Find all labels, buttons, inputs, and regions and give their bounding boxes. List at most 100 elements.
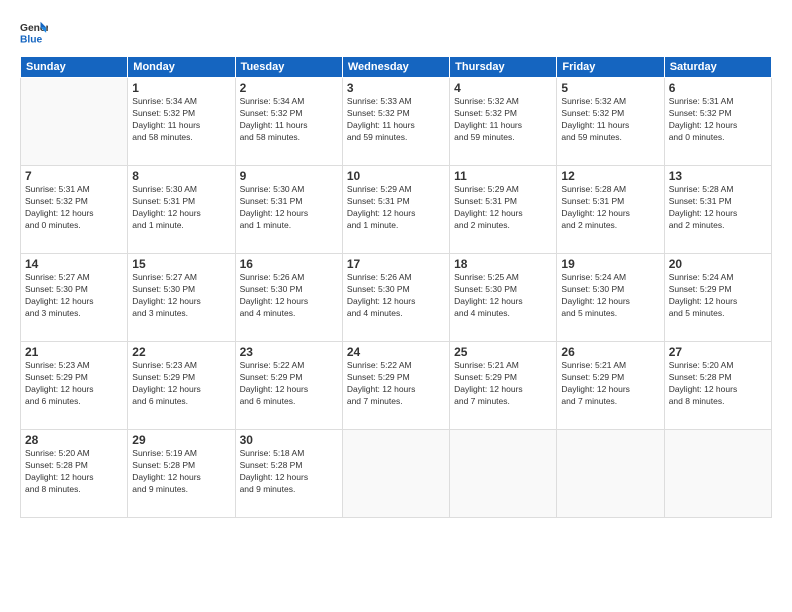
header: General Blue [20,18,772,46]
logo: General Blue [20,18,48,46]
day-number: 18 [454,257,552,271]
day-number: 20 [669,257,767,271]
day-info: Sunrise: 5:27 AM Sunset: 5:30 PM Dayligh… [132,272,230,320]
day-number: 25 [454,345,552,359]
dow-header: Wednesday [342,57,449,78]
day-info: Sunrise: 5:21 AM Sunset: 5:29 PM Dayligh… [454,360,552,408]
calendar-week-row: 7Sunrise: 5:31 AM Sunset: 5:32 PM Daylig… [21,166,772,254]
day-number: 11 [454,169,552,183]
calendar-week-row: 14 Sunrise: 5:27 AM Sunset: 5:30 PM Dayli… [21,254,772,342]
day-info: Sunrise: 5:28 AM Sunset: 5:31 PM Dayligh… [669,184,767,232]
calendar-week-row: 28Sunrise: 5:20 AM Sunset: 5:28 PM Dayli… [21,430,772,518]
day-number: 9 [240,169,338,183]
calendar-cell: 5Sunrise: 5:32 AM Sunset: 5:32 PM Daylig… [557,78,664,166]
calendar-cell: 30Sunrise: 5:18 AM Sunset: 5:28 PM Dayli… [235,430,342,518]
calendar-cell: 20Sunrise: 5:24 AM Sunset: 5:29 PM Dayli… [664,254,771,342]
calendar-cell: 23Sunrise: 5:22 AM Sunset: 5:29 PM Dayli… [235,342,342,430]
calendar-cell: 19Sunrise: 5:24 AM Sunset: 5:30 PM Dayli… [557,254,664,342]
calendar: SundayMondayTuesdayWednesdayThursdayFrid… [20,56,772,518]
day-info: Sunrise: 5:23 AM Sunset: 5:29 PM Dayligh… [25,360,123,408]
day-number: 29 [132,433,230,447]
day-info: Sunrise: 5:32 AM Sunset: 5:32 PM Dayligh… [454,96,552,144]
day-number: 16 [240,257,338,271]
calendar-cell: 25Sunrise: 5:21 AM Sunset: 5:29 PM Dayli… [450,342,557,430]
calendar-cell: 26Sunrise: 5:21 AM Sunset: 5:29 PM Dayli… [557,342,664,430]
day-info: Sunrise: 5:23 AM Sunset: 5:29 PM Dayligh… [132,360,230,408]
logo-icon: General Blue [20,18,48,46]
day-number: 7 [25,169,123,183]
dow-header: Thursday [450,57,557,78]
calendar-cell: 1Sunrise: 5:34 AM Sunset: 5:32 PM Daylig… [128,78,235,166]
calendar-cell: 16Sunrise: 5:26 AM Sunset: 5:30 PM Dayli… [235,254,342,342]
day-number: 14 [25,257,123,271]
calendar-week-row: 1Sunrise: 5:34 AM Sunset: 5:32 PM Daylig… [21,78,772,166]
calendar-cell: 14Sunrise: 5:27 AM Sunset: 5:30 PM Dayli… [21,254,128,342]
calendar-cell: 4Sunrise: 5:32 AM Sunset: 5:32 PM Daylig… [450,78,557,166]
dow-header: Tuesday [235,57,342,78]
calendar-cell: 29Sunrise: 5:19 AM Sunset: 5:28 PM Dayli… [128,430,235,518]
day-info: Sunrise: 5:18 AM Sunset: 5:28 PM Dayligh… [240,448,338,496]
day-info: Sunrise: 5:34 AM Sunset: 5:32 PM Dayligh… [132,96,230,144]
day-number: 24 [347,345,445,359]
dow-header: Sunday [21,57,128,78]
calendar-cell: 10Sunrise: 5:29 AM Sunset: 5:31 PM Dayli… [342,166,449,254]
calendar-cell: 12Sunrise: 5:28 AM Sunset: 5:31 PM Dayli… [557,166,664,254]
calendar-cell: 3Sunrise: 5:33 AM Sunset: 5:32 PM Daylig… [342,78,449,166]
day-number: 22 [132,345,230,359]
day-info: Sunrise: 5:34 AM Sunset: 5:32 PM Dayligh… [240,96,338,144]
day-info: Sunrise: 5:28 AM Sunset: 5:31 PM Dayligh… [561,184,659,232]
calendar-cell: 15Sunrise: 5:27 AM Sunset: 5:30 PM Dayli… [128,254,235,342]
calendar-cell: 7Sunrise: 5:31 AM Sunset: 5:32 PM Daylig… [21,166,128,254]
day-number: 26 [561,345,659,359]
day-info: Sunrise: 5:21 AM Sunset: 5:29 PM Dayligh… [561,360,659,408]
day-info: Sunrise: 5:30 AM Sunset: 5:31 PM Dayligh… [240,184,338,232]
calendar-cell [664,430,771,518]
day-number: 28 [25,433,123,447]
day-info: Sunrise: 5:24 AM Sunset: 5:29 PM Dayligh… [669,272,767,320]
day-info: Sunrise: 5:25 AM Sunset: 5:30 PM Dayligh… [454,272,552,320]
day-number: 3 [347,81,445,95]
day-number: 10 [347,169,445,183]
day-number: 5 [561,81,659,95]
dow-header: Monday [128,57,235,78]
day-number: 4 [454,81,552,95]
day-number: 23 [240,345,338,359]
calendar-cell: 22Sunrise: 5:23 AM Sunset: 5:29 PM Dayli… [128,342,235,430]
day-info: Sunrise: 5:31 AM Sunset: 5:32 PM Dayligh… [25,184,123,232]
day-info: Sunrise: 5:20 AM Sunset: 5:28 PM Dayligh… [25,448,123,496]
day-info: Sunrise: 5:26 AM Sunset: 5:30 PM Dayligh… [347,272,445,320]
day-info: Sunrise: 5:31 AM Sunset: 5:32 PM Dayligh… [669,96,767,144]
calendar-cell [21,78,128,166]
day-number: 8 [132,169,230,183]
day-number: 17 [347,257,445,271]
calendar-cell [342,430,449,518]
calendar-week-row: 21Sunrise: 5:23 AM Sunset: 5:29 PM Dayli… [21,342,772,430]
day-info: Sunrise: 5:19 AM Sunset: 5:28 PM Dayligh… [132,448,230,496]
calendar-cell: 6Sunrise: 5:31 AM Sunset: 5:32 PM Daylig… [664,78,771,166]
day-info: Sunrise: 5:22 AM Sunset: 5:29 PM Dayligh… [347,360,445,408]
calendar-cell: 9Sunrise: 5:30 AM Sunset: 5:31 PM Daylig… [235,166,342,254]
day-info: Sunrise: 5:20 AM Sunset: 5:28 PM Dayligh… [669,360,767,408]
day-number: 21 [25,345,123,359]
day-info: Sunrise: 5:29 AM Sunset: 5:31 PM Dayligh… [454,184,552,232]
day-info: Sunrise: 5:24 AM Sunset: 5:30 PM Dayligh… [561,272,659,320]
calendar-cell [450,430,557,518]
dow-header: Friday [557,57,664,78]
day-number: 19 [561,257,659,271]
days-of-week-row: SundayMondayTuesdayWednesdayThursdayFrid… [21,57,772,78]
dow-header: Saturday [664,57,771,78]
calendar-cell: 21Sunrise: 5:23 AM Sunset: 5:29 PM Dayli… [21,342,128,430]
day-number: 6 [669,81,767,95]
svg-text:Blue: Blue [20,34,43,45]
day-number: 13 [669,169,767,183]
calendar-cell: 27Sunrise: 5:20 AM Sunset: 5:28 PM Dayli… [664,342,771,430]
day-number: 2 [240,81,338,95]
day-info: Sunrise: 5:29 AM Sunset: 5:31 PM Dayligh… [347,184,445,232]
day-number: 15 [132,257,230,271]
day-number: 12 [561,169,659,183]
day-number: 30 [240,433,338,447]
day-info: Sunrise: 5:22 AM Sunset: 5:29 PM Dayligh… [240,360,338,408]
day-info: Sunrise: 5:33 AM Sunset: 5:32 PM Dayligh… [347,96,445,144]
day-info: Sunrise: 5:26 AM Sunset: 5:30 PM Dayligh… [240,272,338,320]
calendar-cell [557,430,664,518]
